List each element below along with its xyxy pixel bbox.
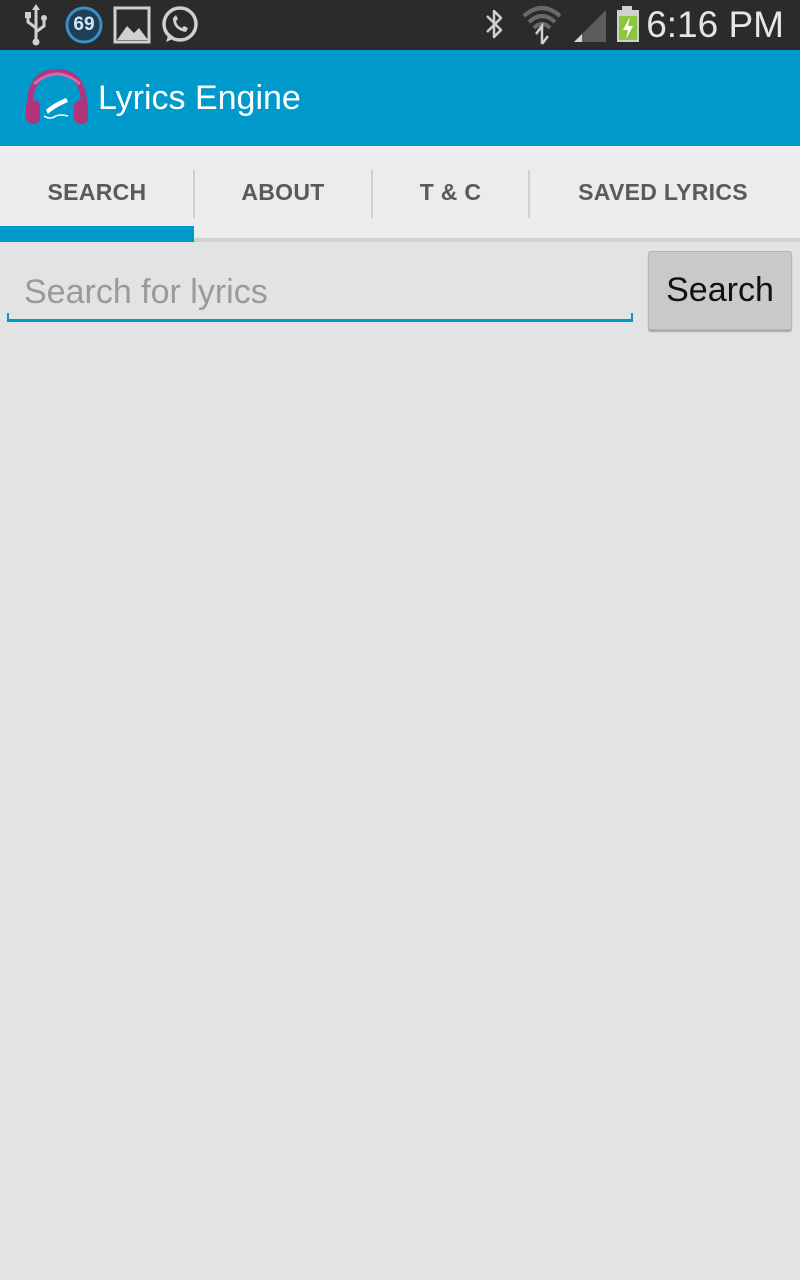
tab-about-label: ABOUT xyxy=(241,178,325,205)
selected-tab-indicator xyxy=(0,226,194,242)
notification-badge-count: 69 xyxy=(73,14,95,35)
usb-icon xyxy=(25,4,47,46)
app-title: Lyrics Engine xyxy=(98,79,301,117)
gallery-icon xyxy=(113,6,151,44)
tab-saved-lyrics-label: SAVED LYRICS xyxy=(578,178,748,205)
tab-terms-label: T & C xyxy=(419,178,482,205)
bluetooth-icon xyxy=(486,9,503,39)
tab-terms[interactable]: T & C xyxy=(373,146,528,238)
status-time: 6:16 PM xyxy=(646,4,784,45)
whatsapp-icon xyxy=(162,6,198,42)
headphones-pen-logo[interactable] xyxy=(24,66,90,128)
battery-charging-icon xyxy=(617,6,639,42)
status-bar: 69 6:16 PM xyxy=(0,0,800,50)
tab-saved-lyrics[interactable]: SAVED LYRICS xyxy=(530,146,796,238)
search-input-underline-tick xyxy=(7,313,9,322)
tab-search-label: SEARCH xyxy=(47,178,147,205)
tab-about[interactable]: ABOUT xyxy=(195,146,371,238)
wifi-icon xyxy=(522,6,562,45)
search-input-underline-tick xyxy=(631,313,633,322)
signal-icon xyxy=(574,10,606,42)
app-bar: Lyrics Engine xyxy=(0,50,800,146)
search-input-underline xyxy=(7,319,633,322)
search-button[interactable]: Search xyxy=(648,251,792,330)
tab-search[interactable]: SEARCH xyxy=(0,146,194,238)
tab-bar: SEARCH ABOUT T & C SAVED LYRICS xyxy=(0,146,800,242)
search-input[interactable] xyxy=(8,262,632,322)
